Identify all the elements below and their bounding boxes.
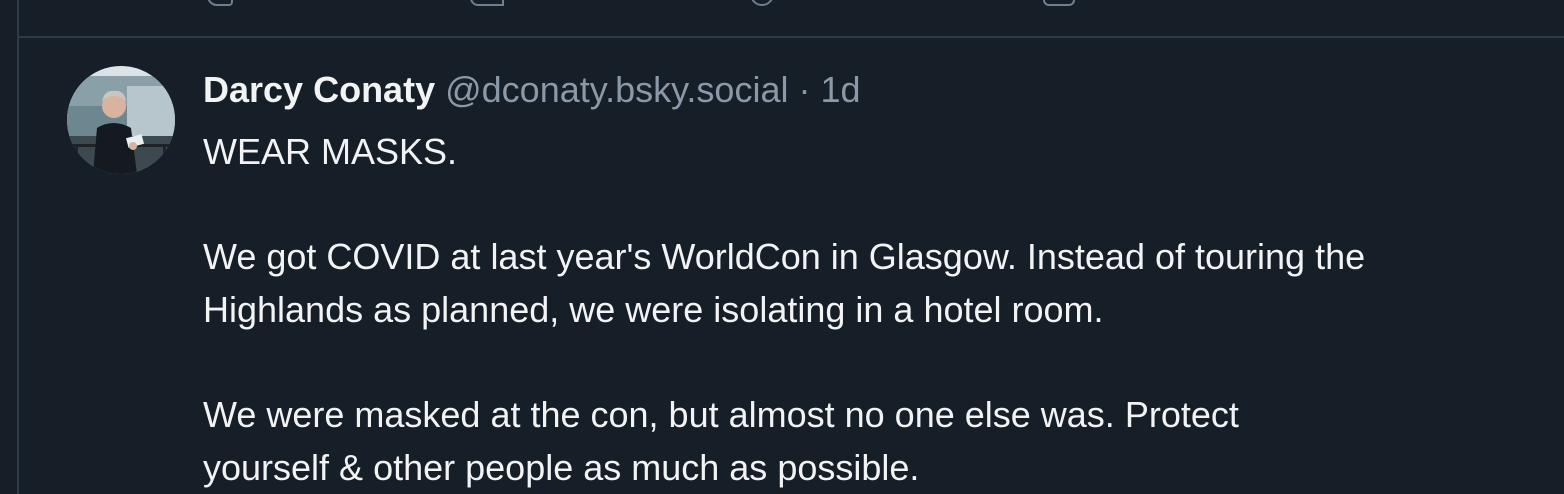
post-paragraph: We were masked at the con, but almost no…: [203, 388, 1553, 494]
post-line: We got COVID at last year's WorldCon in …: [203, 236, 1366, 277]
post-paragraph: WEAR MASKS.: [203, 125, 1553, 178]
post-line: Highlands as planned, we were isolating …: [203, 289, 1104, 330]
repost-icon[interactable]: [470, 0, 504, 6]
header-separator: ·: [798, 69, 811, 110]
post-line: yourself & other people as much as possi…: [203, 447, 920, 488]
author-handle[interactable]: @dconaty.bsky.social: [445, 69, 788, 110]
reply-icon[interactable]: [207, 0, 233, 6]
post-paragraph: We got COVID at last year's WorldCon in …: [203, 230, 1553, 336]
author-name[interactable]: Darcy Conaty: [203, 69, 435, 110]
avatar-photo: [67, 66, 175, 174]
avatar[interactable]: [67, 66, 175, 174]
feed: Darcy Conaty @dconaty.bsky.social · 1d W…: [0, 0, 1564, 494]
post-line: We were masked at the con, but almost no…: [203, 394, 1239, 435]
like-icon[interactable]: [750, 0, 774, 6]
post-header: Darcy Conaty @dconaty.bsky.social · 1d: [203, 68, 861, 112]
post[interactable]: Darcy Conaty @dconaty.bsky.social · 1d W…: [0, 38, 1564, 494]
post-body: WEAR MASKS. We got COVID at last year's …: [203, 125, 1553, 494]
more-icon[interactable]: [1043, 0, 1075, 6]
post-line: WEAR MASKS.: [203, 131, 458, 172]
post-timestamp[interactable]: 1d: [821, 69, 861, 110]
